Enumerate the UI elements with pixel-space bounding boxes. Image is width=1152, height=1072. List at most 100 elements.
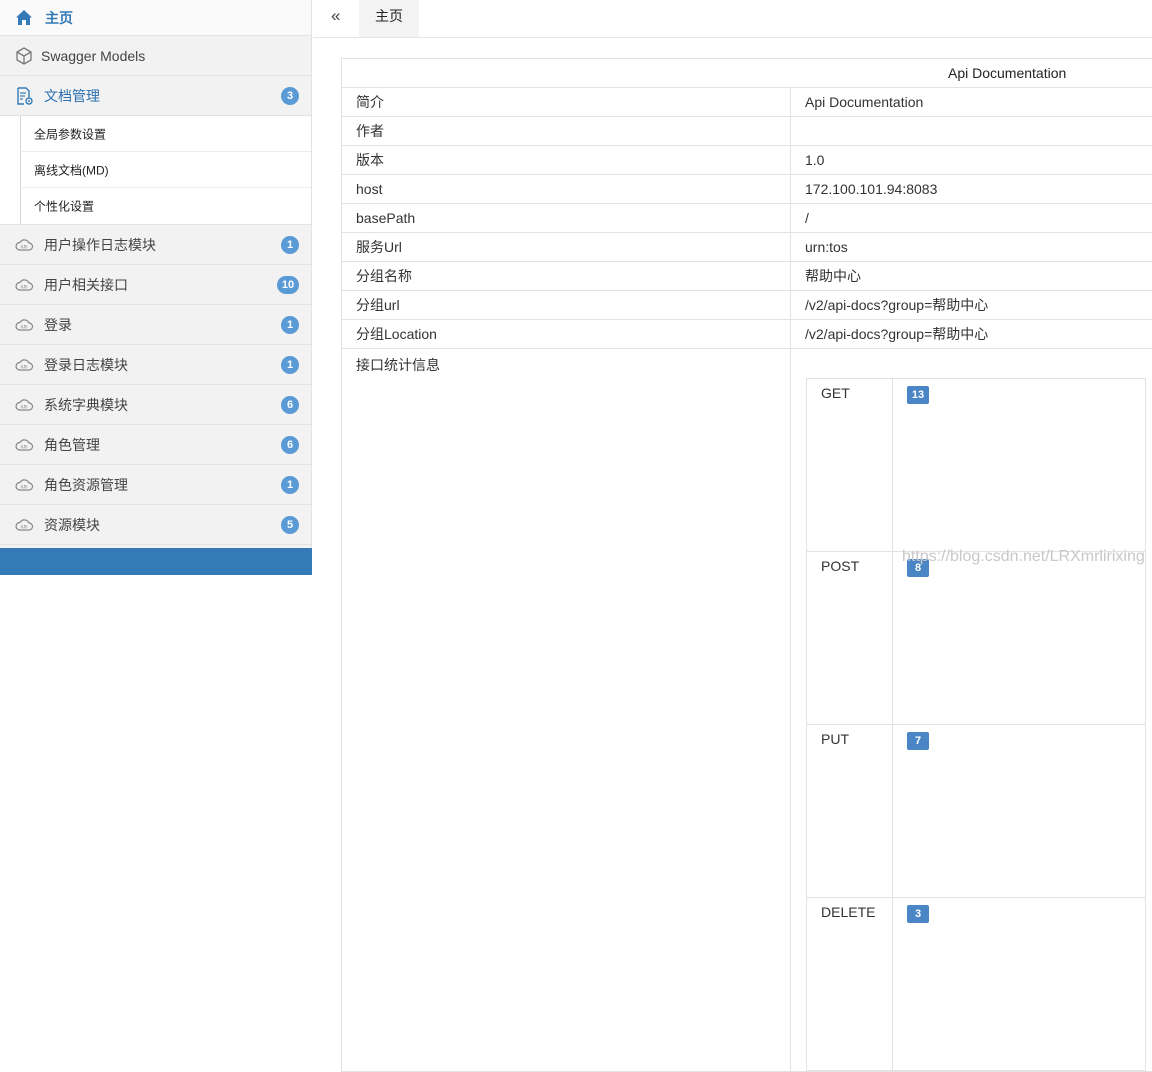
row-value: /v2/api-docs?group=帮助中心 xyxy=(791,291,1152,320)
row-key: 简介 xyxy=(342,88,791,117)
sidebar: 主页 Swagger Models 文档管理 3 全局参数设置 离线文档(MD)… xyxy=(0,0,312,575)
http-method: POST xyxy=(807,552,893,725)
row-value: 帮助中心 xyxy=(791,262,1152,291)
api-cloud-icon: API xyxy=(14,475,34,495)
row-key: host xyxy=(342,175,791,204)
count-badge: 6 xyxy=(281,396,299,414)
table-row: 简介Api Documentation xyxy=(342,88,1152,117)
submenu-item-personalization[interactable]: 个性化设置 xyxy=(20,188,311,224)
method-stat-row: DELETE 3 xyxy=(807,898,1146,1071)
count-badge: 3 xyxy=(281,87,299,105)
method-stat-row: PUT 7 xyxy=(807,725,1146,898)
count-badge: 1 xyxy=(281,476,299,494)
api-cloud-icon: API xyxy=(14,395,34,415)
collapse-sidebar-icon[interactable]: « xyxy=(331,6,340,26)
http-method: DELETE xyxy=(807,898,893,1071)
svg-text:API: API xyxy=(20,364,27,370)
sidebar-item-api-group[interactable]: API 登录 1 xyxy=(0,305,311,345)
method-count-badge: 3 xyxy=(907,905,929,923)
sidebar-item-label: 用户相关接口 xyxy=(44,275,128,295)
submenu-item-label: 全局参数设置 xyxy=(34,125,106,142)
method-stat-row: GET 13 xyxy=(807,379,1146,552)
sidebar-item-api-group[interactable]: API 系统字典模块 6 xyxy=(0,385,311,425)
table-row: 分组Location/v2/api-docs?group=帮助中心 xyxy=(342,320,1152,349)
row-key: 版本 xyxy=(342,146,791,175)
row-key: 接口统计信息 xyxy=(342,349,791,1072)
table-row: host172.100.101.94:8083 xyxy=(342,175,1152,204)
table-row: 版本1.0 xyxy=(342,146,1152,175)
sidebar-item-label: 系统字典模块 xyxy=(44,395,128,415)
api-cloud-icon: API xyxy=(14,275,34,295)
api-cloud-icon: API xyxy=(14,235,34,255)
svg-text:API: API xyxy=(20,404,27,410)
method-count-badge: 13 xyxy=(907,386,929,404)
sidebar-item-label: 主页 xyxy=(45,8,73,28)
watermark: https://blog.csdn.net/LRXmrlirixing xyxy=(902,548,1145,566)
row-value: /v2/api-docs?group=帮助中心 xyxy=(791,320,1152,349)
sidebar-item-label: 资源模块 xyxy=(44,515,100,535)
table-row: 分组url/v2/api-docs?group=帮助中心 xyxy=(342,291,1152,320)
sidebar-footer-bar xyxy=(0,548,312,575)
sidebar-item-api-group[interactable]: API 用户操作日志模块 1 xyxy=(0,225,311,265)
row-value: GET13POST8PUT7DELETE3 xyxy=(791,349,1152,1072)
sidebar-item-label: 角色资源管理 xyxy=(44,475,128,495)
svg-text:API: API xyxy=(20,484,27,490)
sidebar-item-api-group[interactable]: API 角色资源管理 1 xyxy=(0,465,311,505)
svg-text:API: API xyxy=(20,524,27,530)
docs-submenu: 全局参数设置 离线文档(MD) 个性化设置 xyxy=(0,116,311,225)
row-value xyxy=(791,117,1152,146)
sidebar-item-label: Swagger Models xyxy=(41,48,145,64)
svg-text:API: API xyxy=(20,324,27,330)
sidebar-item-docs-management[interactable]: 文档管理 3 xyxy=(0,76,311,116)
table-row-stats: 接口统计信息GET13POST8PUT7DELETE3 xyxy=(342,349,1152,1072)
row-key: 分组Location xyxy=(342,320,791,349)
submenu-item-label: 离线文档(MD) xyxy=(34,161,109,178)
row-value: 1.0 xyxy=(791,146,1152,175)
sidebar-item-api-group[interactable]: API登录日志模块1 xyxy=(0,345,311,385)
row-value: Api Documentation xyxy=(791,88,1152,117)
top-bar: « 主页 xyxy=(313,0,1152,38)
api-cloud-icon: API xyxy=(14,315,34,335)
sidebar-item-label: 登录 xyxy=(44,315,72,335)
row-key: 作者 xyxy=(342,117,791,146)
row-key: 服务Url xyxy=(342,233,791,262)
svg-text:API: API xyxy=(20,444,27,450)
sidebar-item-label: 角色管理 xyxy=(44,435,100,455)
http-method: GET xyxy=(807,379,893,552)
row-value: 172.100.101.94:8083 xyxy=(791,175,1152,204)
sidebar-item-label: 用户操作日志模块 xyxy=(44,235,156,255)
table-title: Api Documentation xyxy=(342,59,1152,88)
count-badge: 1 xyxy=(281,316,299,334)
home-icon xyxy=(14,8,34,28)
http-method: PUT xyxy=(807,725,893,898)
count-badge: 5 xyxy=(281,516,299,534)
row-key: 分组名称 xyxy=(342,262,791,291)
sidebar-item-api-group[interactable]: API 角色管理 6 xyxy=(0,425,311,465)
sidebar-item-swagger-models[interactable]: Swagger Models xyxy=(0,36,311,76)
table-row: 服务Urlurn:tos xyxy=(342,233,1152,262)
api-cloud-icon: API xyxy=(14,515,34,535)
sidebar-item-home[interactable]: 主页 xyxy=(0,0,311,36)
method-stats-table: GET13POST8PUT7DELETE3 xyxy=(806,378,1146,1071)
tab-home[interactable]: 主页 xyxy=(359,0,419,37)
row-value: / xyxy=(791,204,1152,233)
row-key: 分组url xyxy=(342,291,791,320)
table-row: 作者 xyxy=(342,117,1152,146)
sidebar-item-label: 文档管理 xyxy=(44,86,100,106)
count-badge: 10 xyxy=(277,276,299,294)
count-badge: 1 xyxy=(281,356,299,374)
api-group-list: API用户操作日志模块1API用户相关接口10API登录1API登录日志模块1A… xyxy=(0,225,311,545)
svg-text:API: API xyxy=(20,244,27,250)
count-badge: 1 xyxy=(281,236,299,254)
count-badge: 6 xyxy=(281,436,299,454)
submenu-item-global-params[interactable]: 全局参数设置 xyxy=(20,116,311,152)
document-settings-icon xyxy=(14,86,34,106)
sidebar-item-api-group[interactable]: API 资源模块 5 xyxy=(0,505,311,545)
sidebar-item-api-group[interactable]: API 用户相关接口 10 xyxy=(0,265,311,305)
submenu-item-label: 个性化设置 xyxy=(34,198,94,215)
method-count-badge: 7 xyxy=(907,732,929,750)
cube-icon xyxy=(14,46,34,66)
table-row: 分组名称帮助中心 xyxy=(342,262,1152,291)
submenu-item-offline-docs[interactable]: 离线文档(MD) xyxy=(20,152,311,188)
row-key: basePath xyxy=(342,204,791,233)
